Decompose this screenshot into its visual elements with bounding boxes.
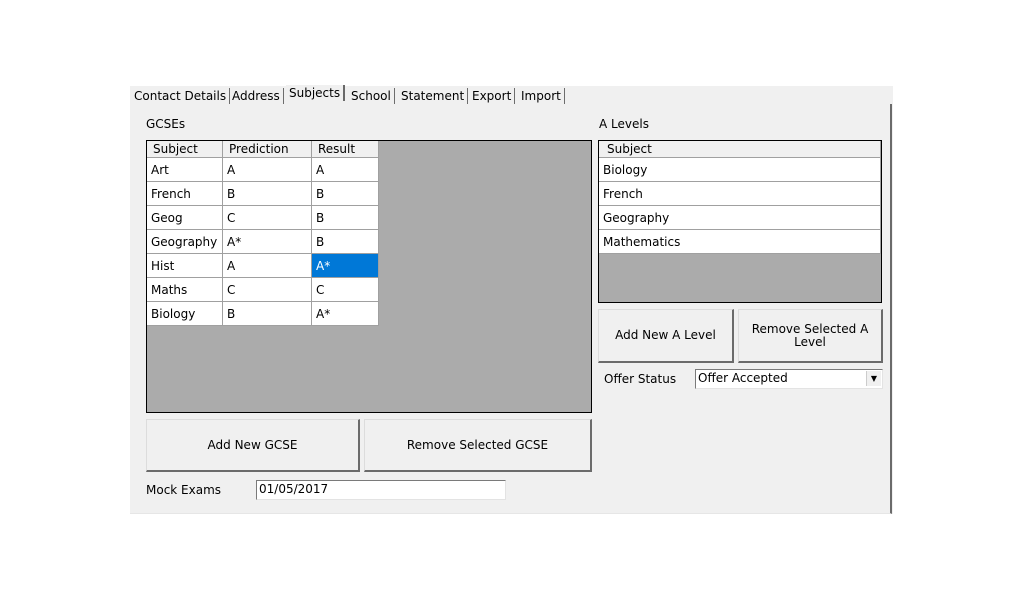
table-row[interactable]: Maths C C bbox=[147, 277, 379, 302]
alevels-header-row: Subject bbox=[599, 141, 881, 158]
chevron-down-icon[interactable]: ▼ bbox=[866, 371, 881, 386]
alevel-subject[interactable]: French bbox=[599, 181, 881, 206]
add-alevel-button[interactable]: Add New A Level bbox=[598, 309, 734, 363]
table-row[interactable]: Biology B A* bbox=[147, 301, 379, 326]
cell-result[interactable]: C bbox=[311, 277, 379, 302]
tab-import[interactable]: Import bbox=[518, 88, 565, 104]
add-gcse-button[interactable]: Add New GCSE bbox=[146, 419, 360, 472]
list-item[interactable]: Mathematics bbox=[599, 229, 881, 254]
cell-prediction[interactable]: A bbox=[222, 253, 312, 278]
tab-address[interactable]: Address bbox=[229, 88, 284, 104]
cell-subject[interactable]: Biology bbox=[147, 301, 223, 326]
cell-prediction[interactable]: B bbox=[222, 301, 312, 326]
alevels-grid[interactable]: Subject Biology French Geography Mathema… bbox=[598, 140, 882, 303]
cell-prediction[interactable]: B bbox=[222, 181, 312, 206]
cell-result[interactable]: B bbox=[311, 181, 379, 206]
alevels-table: Subject Biology French Geography Mathema… bbox=[599, 141, 881, 254]
alevel-subject[interactable]: Mathematics bbox=[599, 229, 881, 254]
cell-prediction[interactable]: C bbox=[222, 277, 312, 302]
alevels-section-title: A Levels bbox=[599, 117, 649, 131]
tab-export[interactable]: Export bbox=[469, 88, 516, 104]
column-header-result[interactable]: Result bbox=[311, 141, 379, 158]
remove-alevel-button[interactable]: Remove Selected A Level bbox=[738, 309, 883, 363]
gcse-table: Subject Prediction Result Art A A French… bbox=[147, 141, 379, 326]
cell-subject[interactable]: Hist bbox=[147, 253, 223, 278]
cell-prediction[interactable]: A* bbox=[222, 229, 312, 254]
cell-subject[interactable]: French bbox=[147, 181, 223, 206]
cell-result[interactable]: B bbox=[311, 205, 379, 230]
offer-status-value: Offer Accepted bbox=[698, 371, 788, 385]
mock-exams-input[interactable]: 01/05/2017 bbox=[256, 480, 506, 500]
gcse-header-row: Subject Prediction Result bbox=[147, 141, 379, 158]
gcse-section-title: GCSEs bbox=[146, 117, 186, 131]
list-item[interactable]: French bbox=[599, 181, 881, 206]
column-header-subject[interactable]: Subject bbox=[599, 141, 881, 158]
offer-status-label: Offer Status bbox=[604, 372, 677, 386]
table-row[interactable]: Geog C B bbox=[147, 205, 379, 230]
mock-exams-label: Mock Exams bbox=[146, 483, 222, 497]
list-item[interactable]: Biology bbox=[599, 157, 881, 182]
cell-result[interactable]: A* bbox=[311, 301, 379, 326]
table-row[interactable]: Hist A A* bbox=[147, 253, 379, 278]
tab-school[interactable]: School bbox=[348, 88, 395, 104]
table-row[interactable]: French B B bbox=[147, 181, 379, 206]
cell-subject[interactable]: Art bbox=[147, 157, 223, 182]
tab-subjects[interactable]: Subjects bbox=[286, 85, 346, 101]
tab-statement[interactable]: Statement bbox=[398, 88, 469, 104]
cell-prediction[interactable]: C bbox=[222, 205, 312, 230]
alevel-subject[interactable]: Geography bbox=[599, 205, 881, 230]
alevel-subject[interactable]: Biology bbox=[599, 157, 881, 182]
column-header-subject[interactable]: Subject bbox=[147, 141, 223, 158]
remove-gcse-button[interactable]: Remove Selected GCSE bbox=[364, 419, 592, 472]
table-row[interactable]: Geography A* B bbox=[147, 229, 379, 254]
cell-subject[interactable]: Geog bbox=[147, 205, 223, 230]
cell-subject[interactable]: Geography bbox=[147, 229, 223, 254]
cell-result[interactable]: A bbox=[311, 157, 379, 182]
table-row[interactable]: Art A A bbox=[147, 157, 379, 182]
cell-result[interactable]: B bbox=[311, 229, 379, 254]
gcse-grid[interactable]: Subject Prediction Result Art A A French… bbox=[146, 140, 592, 413]
cell-result-selected[interactable]: A* bbox=[311, 253, 379, 278]
offer-status-select[interactable]: Offer Accepted ▼ bbox=[695, 369, 883, 389]
list-item[interactable]: Geography bbox=[599, 205, 881, 230]
tab-contact-details[interactable]: Contact Details bbox=[131, 88, 231, 104]
column-header-prediction[interactable]: Prediction bbox=[222, 141, 312, 158]
cell-subject[interactable]: Maths bbox=[147, 277, 223, 302]
cell-prediction[interactable]: A bbox=[222, 157, 312, 182]
